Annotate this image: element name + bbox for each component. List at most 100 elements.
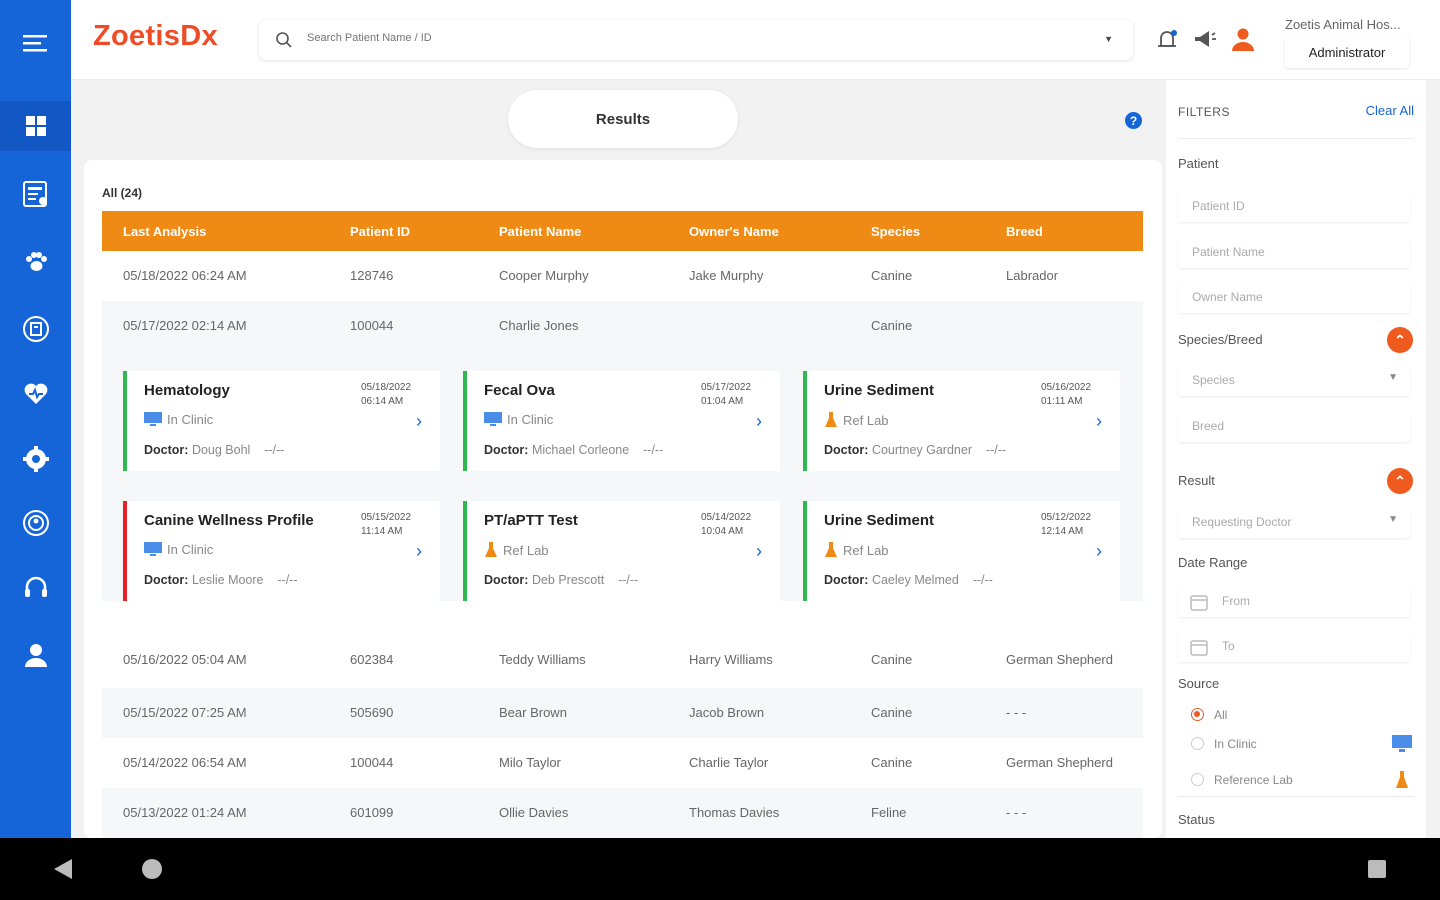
app-logo: ZoetisDx xyxy=(93,20,218,52)
filters-panel: FILTERS Clear All Patient Patient ID Pat… xyxy=(1166,80,1426,838)
collapse-up-icon[interactable]: ⌃ xyxy=(1387,327,1413,353)
column-header[interactable]: Owner's Name xyxy=(689,224,779,239)
results-count: All (24) xyxy=(102,186,143,200)
table-row[interactable]: 05/18/2022 06:24 AM 128746 Cooper Murphy… xyxy=(102,251,1143,301)
headset-icon[interactable] xyxy=(0,563,71,613)
result-card[interactable]: Urine Sediment 05/16/2022 01:11 AM Ref La… xyxy=(803,371,1120,471)
result-card[interactable]: Hematology 05/18/2022 06:14 AM In Clinic … xyxy=(123,371,440,471)
cell-owner-name: Jake Murphy xyxy=(689,268,764,283)
cell-last-analysis: 05/13/2022 01:24 AM xyxy=(123,805,247,820)
chevron-right-icon[interactable]: › xyxy=(416,411,422,432)
search-bar[interactable]: ▼ xyxy=(259,20,1133,60)
notification-icon[interactable] xyxy=(1153,26,1181,54)
cell-patient-id: 602384 xyxy=(350,652,394,667)
table-row[interactable]: 05/15/2022 07:25 AM 505690 Bear Brown Ja… xyxy=(102,688,1143,738)
cell-species: Canine xyxy=(871,318,913,333)
cell-patient-name: Cooper Murphy xyxy=(499,268,589,283)
report-icon[interactable] xyxy=(0,169,71,219)
expanded-results: Hematology 05/18/2022 06:14 AM In Clinic … xyxy=(102,351,1143,601)
tab-results[interactable]: Results xyxy=(508,90,738,148)
flask-icon xyxy=(1396,771,1408,788)
chevron-right-icon[interactable]: › xyxy=(756,541,762,562)
cell-patient-id: 128746 xyxy=(350,268,394,283)
source-label: Source xyxy=(1178,676,1220,691)
chevron-right-icon[interactable]: › xyxy=(416,541,422,562)
search-dropdown-icon[interactable]: ▼ xyxy=(1104,34,1113,44)
table-row-expanded[interactable]: 05/17/2022 02:14 AM 100044 Charlie Jones… xyxy=(102,301,1143,351)
card-source: In Clinic xyxy=(144,412,213,427)
system-nav-bar xyxy=(0,838,1440,900)
column-header[interactable]: Patient Name xyxy=(499,224,581,239)
date-from-field[interactable]: From xyxy=(1178,587,1410,617)
dropdown-icon: ▼ xyxy=(1388,372,1398,383)
patient-name-field[interactable]: Patient Name xyxy=(1178,238,1410,268)
recents-icon[interactable] xyxy=(1367,859,1387,879)
requesting-doctor-select[interactable]: Requesting Doctor ▼ xyxy=(1178,508,1410,538)
heart-icon[interactable] xyxy=(0,369,71,419)
patient-id-field[interactable]: Patient ID xyxy=(1178,192,1410,222)
column-header[interactable]: Patient ID xyxy=(350,224,410,239)
dashboard-icon[interactable] xyxy=(0,101,71,151)
search-input[interactable] xyxy=(307,32,1067,44)
announcement-icon[interactable] xyxy=(1191,26,1219,54)
result-card[interactable]: Canine Wellness Profile 05/15/2022 11:14 … xyxy=(123,501,440,601)
card-title: PT/aPTT Test xyxy=(484,512,578,529)
help-icon[interactable]: ? xyxy=(1125,112,1142,129)
cell-patient-name: Ollie Davies xyxy=(499,805,569,820)
card-source: Ref Lab xyxy=(824,542,889,558)
role-selector[interactable]: Administrator xyxy=(1285,36,1409,68)
owner-name-field[interactable]: Owner Name xyxy=(1178,283,1410,313)
card-title: Hematology xyxy=(144,382,230,399)
source-all-radio[interactable] xyxy=(1191,708,1204,721)
chevron-right-icon[interactable]: › xyxy=(1096,411,1102,432)
card-doctor: Doctor: Doug Bohl --/-- xyxy=(144,443,285,457)
back-icon[interactable] xyxy=(52,858,74,880)
cell-species: Canine xyxy=(871,652,913,667)
top-bar: ZoetisDx ▼ Zoetis Animal Hos... Administ… xyxy=(71,0,1440,80)
breed-field[interactable]: Breed xyxy=(1178,412,1410,442)
result-card[interactable]: Urine Sediment 05/12/2022 12:14 AM Ref La… xyxy=(803,501,1120,601)
cell-patient-id: 505690 xyxy=(350,705,394,720)
cell-patient-id: 601099 xyxy=(350,805,394,820)
table-row[interactable]: 05/14/2022 06:54 AM 100044 Milo Taylor C… xyxy=(102,738,1143,788)
cell-species: Canine xyxy=(871,705,913,720)
result-card[interactable]: PT/aPTT Test 05/14/2022 10:04 AM Ref Lab … xyxy=(463,501,780,601)
collapse-up-icon[interactable]: ⌃ xyxy=(1387,468,1413,494)
home-icon[interactable] xyxy=(141,858,163,880)
clear-all-link[interactable]: Clear All xyxy=(1366,103,1414,118)
column-header[interactable]: Breed xyxy=(1006,224,1043,239)
cell-patient-name: Bear Brown xyxy=(499,705,567,720)
user-icon[interactable] xyxy=(1229,26,1257,54)
support-icon[interactable] xyxy=(0,498,71,548)
column-header[interactable]: Last Analysis xyxy=(123,224,206,239)
column-header[interactable]: Species xyxy=(871,224,920,239)
source-in-clinic-radio[interactable] xyxy=(1191,737,1204,750)
card-date: 05/16/2022 01:11 AM xyxy=(1041,382,1092,407)
settings-icon[interactable] xyxy=(0,434,71,484)
menu-icon[interactable] xyxy=(0,18,71,68)
chevron-right-icon[interactable]: › xyxy=(756,411,762,432)
source-reference-lab-radio[interactable] xyxy=(1191,773,1204,786)
card-doctor: Doctor: Leslie Moore --/-- xyxy=(144,573,298,587)
result-card[interactable]: Fecal Ova 05/17/2022 01:04 AM In Clinic D… xyxy=(463,371,780,471)
cell-owner-name: Thomas Davies xyxy=(689,805,780,820)
species-select[interactable]: Species ▼ xyxy=(1178,366,1410,396)
flask-icon xyxy=(485,542,497,557)
card-doctor: Doctor: Michael Corleone --/-- xyxy=(484,443,664,457)
paw-icon[interactable] xyxy=(0,237,71,287)
cell-breed: German Shepherd xyxy=(1006,652,1113,667)
sidebar xyxy=(0,0,71,838)
cell-last-analysis: 05/14/2022 06:54 AM xyxy=(123,755,247,770)
card-doctor: Doctor: Courtney Gardner --/-- xyxy=(824,443,1007,457)
hospital-icon[interactable] xyxy=(0,304,71,354)
cell-patient-id: 100044 xyxy=(350,755,394,770)
chevron-right-icon[interactable]: › xyxy=(1096,541,1102,562)
source-reference-lab-label: Reference Lab xyxy=(1214,773,1293,787)
card-title: Canine Wellness Profile xyxy=(144,512,314,529)
cell-owner-name: Charlie Taylor xyxy=(689,755,769,770)
table-row[interactable]: 05/16/2022 05:04 AM 602384 Teddy William… xyxy=(102,635,1143,685)
cell-patient-id: 100044 xyxy=(350,318,394,333)
date-to-field[interactable]: To xyxy=(1178,632,1410,662)
table-row[interactable]: 05/13/2022 01:24 AM 601099 Ollie Davies … xyxy=(102,788,1143,838)
user-icon[interactable] xyxy=(0,630,71,680)
